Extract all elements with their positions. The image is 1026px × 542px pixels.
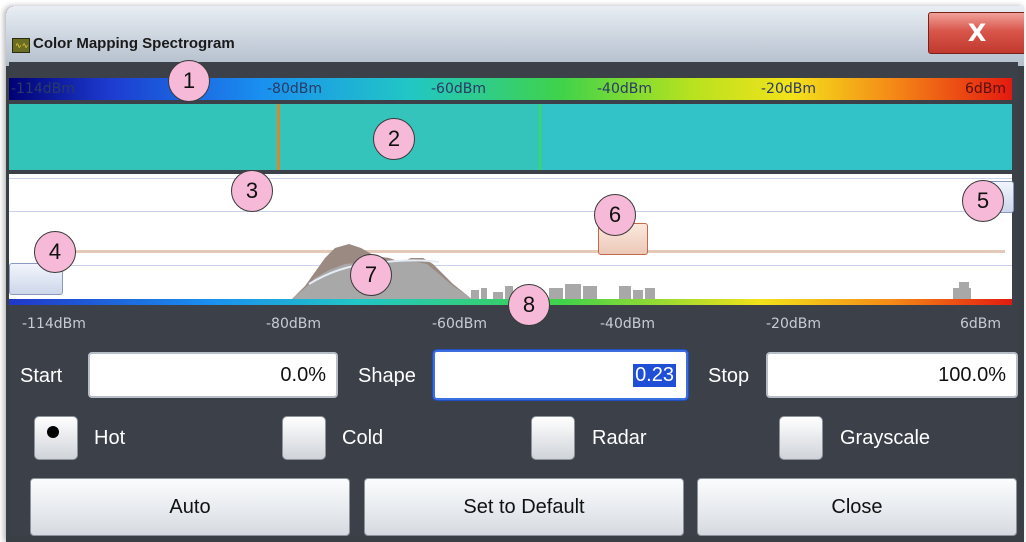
stop-marker-line — [539, 104, 541, 170]
axis-label: -20dBm — [766, 316, 821, 332]
color-scale-bar: -114dBm -80dBm -60dBm -40dBm -20dBm 6dBm — [9, 78, 1012, 100]
start-field[interactable]: 0.0% — [88, 352, 338, 398]
radio-radar[interactable] — [531, 416, 575, 460]
spectrogram-preview — [9, 104, 1012, 170]
set-to-default-button[interactable]: Set to Default — [364, 478, 684, 536]
shape-field[interactable]: 0.23 — [433, 350, 688, 400]
title-bar: ∿∿ Color Mapping Spectrogram X — [6, 6, 1024, 66]
radio-grayscale[interactable] — [779, 416, 823, 460]
scale-label: -114dBm — [11, 81, 75, 97]
scale-label: -80dBm — [267, 81, 322, 97]
callout-2: 2 — [373, 118, 415, 160]
stop-field[interactable]: 100.0% — [766, 352, 1018, 398]
close-button[interactable]: Close — [697, 478, 1017, 536]
callout-5: 5 — [962, 180, 1004, 222]
axis-label: 6dBm — [960, 316, 1002, 332]
radio-cold[interactable] — [282, 416, 326, 460]
spectro-panel — [9, 104, 274, 170]
histogram-bar — [565, 284, 581, 300]
scale-label: -60dBm — [431, 81, 486, 97]
scale-label: -40dBm — [597, 81, 652, 97]
radio-grayscale-label: Grayscale — [840, 427, 931, 449]
close-icon[interactable]: X — [928, 12, 1024, 54]
radio-cold-label: Cold — [342, 427, 384, 449]
callout-1: 1 — [168, 60, 210, 102]
histogram-bar — [583, 286, 597, 300]
radio-hot[interactable] — [34, 416, 78, 460]
axis-label: -114dBm — [22, 316, 86, 332]
histogram-bar — [959, 282, 969, 288]
histogram-bar — [619, 286, 631, 300]
auto-button[interactable]: Auto — [30, 478, 350, 536]
start-marker-line — [277, 104, 280, 170]
callout-8: 8 — [508, 284, 550, 326]
stop-label: Stop — [708, 365, 750, 387]
radio-hot-label: Hot — [94, 427, 126, 449]
callout-6: 6 — [594, 194, 636, 236]
axis-label: -60dBm — [432, 316, 487, 332]
axis-label: -80dBm — [266, 316, 321, 332]
scale-label: 6dBm — [965, 81, 1007, 97]
stop-value: 100.0% — [938, 363, 1006, 386]
scale-label: -20dBm — [761, 81, 816, 97]
shape-value: 0.23 — [633, 363, 676, 387]
spectrogram-icon: ∿∿ — [12, 38, 30, 53]
histogram — [291, 244, 971, 300]
shape-label: Shape — [358, 365, 416, 387]
axis-label: -40dBm — [600, 316, 655, 332]
callout-3: 3 — [231, 170, 273, 212]
color-curve-area[interactable] — [9, 174, 1012, 304]
radio-radar-label: Radar — [592, 427, 647, 449]
callout-7: 7 — [350, 254, 392, 296]
start-label: Start — [20, 365, 63, 387]
callout-4: 4 — [34, 231, 76, 273]
radio-selected-dot — [47, 426, 59, 438]
start-value: 0.0% — [280, 363, 326, 386]
dialog-title: Color Mapping Spectrogram — [33, 35, 235, 52]
